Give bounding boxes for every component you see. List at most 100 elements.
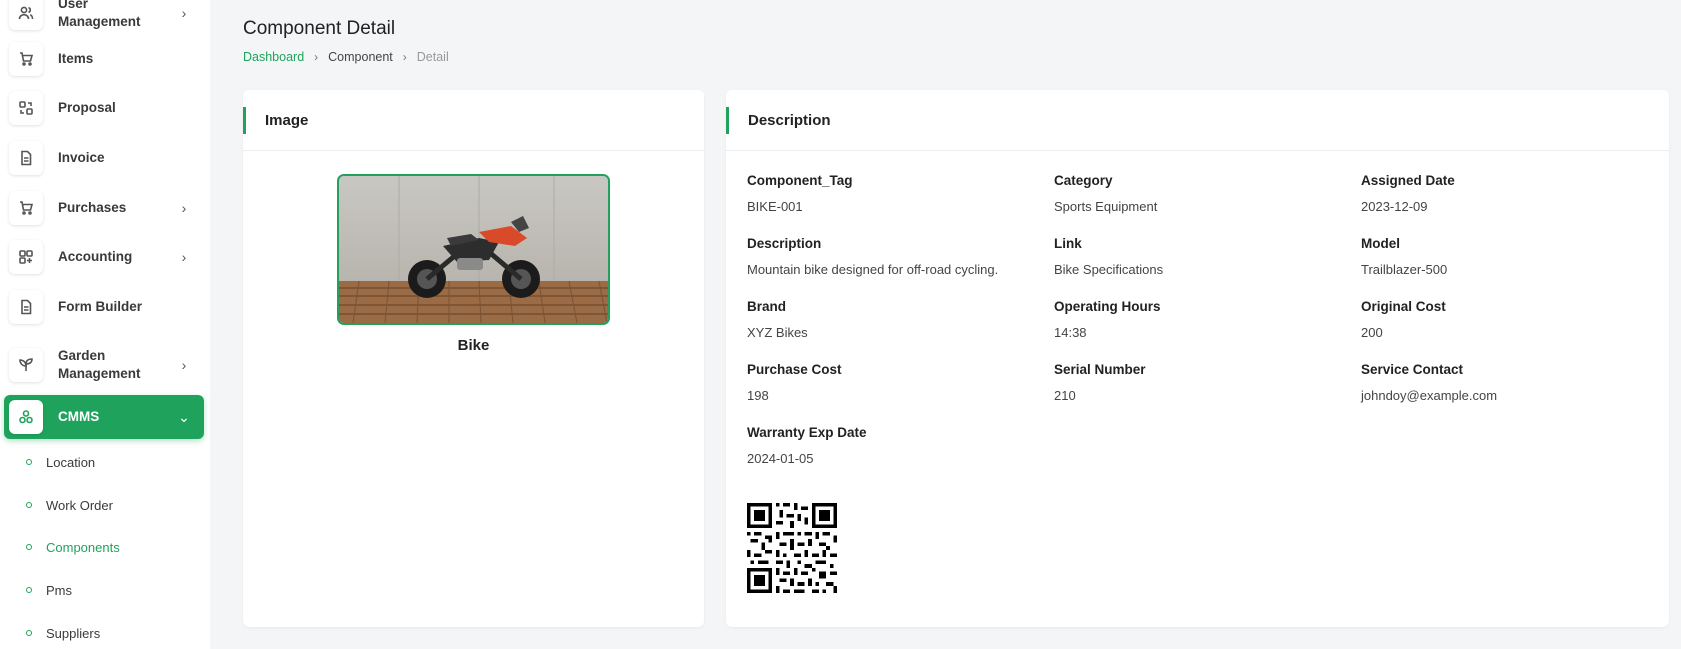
chevron-right-icon: › [314,50,319,64]
field-label: Brand [747,299,787,314]
field-assigned-date: Assigned Date 2023-12-09 [1361,173,1651,214]
field-value: johndoy@example.com [1361,388,1498,403]
sidebar-item-label: Form Builder [58,299,143,314]
field-purchase-cost: Purchase Cost 198 [747,362,1037,403]
chevron-right-icon: › [181,357,187,373]
chevron-right-icon: › [181,200,187,216]
breadcrumb-detail: Detail [416,50,449,64]
field-serial-number: Serial Number 210 [1054,362,1344,403]
sidebar-item-proposal[interactable]: Proposal [4,86,204,130]
page-title: Component Detail [243,18,396,39]
field-label: Component_Tag [747,173,853,188]
field-label: Category [1054,173,1113,188]
sidebar-subitem-location[interactable]: Location [26,450,95,474]
sidebar-item-label: CMMS [58,409,100,424]
field-label: Assigned Date [1361,173,1455,188]
field-label: Serial Number [1054,362,1146,377]
users-icon [9,0,43,30]
field-original-cost: Original Cost 200 [1361,299,1651,340]
sidebar-subitem-components[interactable]: Components [26,535,120,559]
field-value: 2023-12-09 [1361,199,1428,214]
sidebar-subitem-work-order[interactable]: Work Order [26,493,113,517]
sidebar-item-label: Purchases [58,200,127,215]
sidebar-subitem-pms[interactable]: Pms [26,578,72,602]
sidebar-subitem-label: Pms [46,582,72,598]
field-component-tag: Component_Tag BIKE-001 [747,173,1037,214]
chevron-right-icon: › [181,249,187,265]
sidebar-item-label: Invoice [58,150,105,165]
description-card: Description Component_Tag BIKE-001 Categ… [726,90,1669,627]
sidebar-item-label: Garden Management [58,348,141,381]
field-label: Warranty Exp Date [747,425,867,440]
field-value: Sports Equipment [1054,199,1158,214]
plant-icon [9,348,43,382]
image-caption: Bike [457,337,490,354]
grid-icon [9,240,43,274]
sidebar-item-cmms[interactable]: CMMS ⌄ [4,395,204,439]
description-card-header: Description [726,90,1669,151]
field-service-contact: Service Contact johndoy@example.com [1361,362,1651,403]
sidebar-subitem-label: Work Order [46,497,113,513]
field-label: Service Contact [1361,362,1464,377]
bullet-icon [26,459,32,465]
description-card-title: Description [748,111,831,129]
field-value: 2024-01-05 [747,451,814,466]
sidebar-item-accounting[interactable]: Accounting › [4,235,204,279]
sidebar-item-label: Accounting [58,249,133,264]
spec-link[interactable]: Bike Specifications [1054,262,1344,277]
field-label: Link [1054,236,1082,251]
sidebar-item-label: Proposal [58,100,116,115]
sidebar-item-form-builder[interactable]: Form Builder [4,285,204,329]
breadcrumb-component[interactable]: Component [328,50,393,64]
document-icon [9,290,43,324]
field-label: Model [1361,236,1400,251]
image-card: Image Bike [243,90,704,627]
field-value: 198 [747,388,769,403]
card-accent-bar [726,107,729,134]
breadcrumb: Dashboard › Component › Detail [243,50,449,64]
bullet-icon [26,544,32,550]
sidebar-item-invoice[interactable]: Invoice [4,136,204,180]
sidebar-subitem-suppliers[interactable]: Suppliers [26,621,100,645]
bullet-icon [26,587,32,593]
sidebar-subitem-label: Components [46,539,120,555]
sidebar-item-label: User Management [58,0,141,29]
sidebar-item-items[interactable]: Items [4,37,204,81]
field-value: Mountain bike designed for off-road cycl… [747,262,999,277]
field-label: Description [747,236,822,251]
chevron-right-icon: › [181,5,187,21]
proposal-icon [9,91,43,125]
card-accent-bar [243,107,246,134]
field-value: XYZ Bikes [747,325,808,340]
sidebar-item-garden-management[interactable]: Garden Management › [4,343,204,387]
chevron-right-icon: › [402,50,407,64]
field-link: Link Bike Specifications [1054,236,1344,277]
motorcycle-photo [339,176,608,323]
field-warranty-exp-date: Warranty Exp Date 2024-01-05 [747,425,1037,466]
field-value: 210 [1054,388,1076,403]
field-value: 14:38 [1054,325,1087,340]
field-brand: Brand XYZ Bikes [747,299,1037,340]
field-value: Trailblazer-500 [1361,262,1448,277]
field-label: Original Cost [1361,299,1446,314]
document-icon [9,141,43,175]
chevron-down-icon: ⌄ [178,408,190,425]
cart-icon [9,42,43,76]
component-image[interactable] [337,174,610,325]
field-label: Operating Hours [1054,299,1161,314]
bullet-icon [26,502,32,508]
sidebar-subitem-label: Suppliers [46,625,101,641]
breadcrumb-dashboard[interactable]: Dashboard [243,50,304,64]
field-value: 200 [1361,325,1383,340]
sidebar-item-purchases[interactable]: Purchases › [4,186,204,230]
sidebar-item-user-management[interactable]: User Management › [4,0,204,35]
cart-icon [9,191,43,225]
bullet-icon [26,630,32,636]
field-label: Purchase Cost [747,362,842,377]
image-card-title: Image [265,111,309,129]
field-category: Category Sports Equipment [1054,173,1344,214]
sidebar-subitem-label: Location [46,454,96,470]
image-card-header: Image [243,90,704,151]
qr-code [747,503,837,593]
sidebar: User Management › Items Proposal Invoice… [0,0,210,649]
